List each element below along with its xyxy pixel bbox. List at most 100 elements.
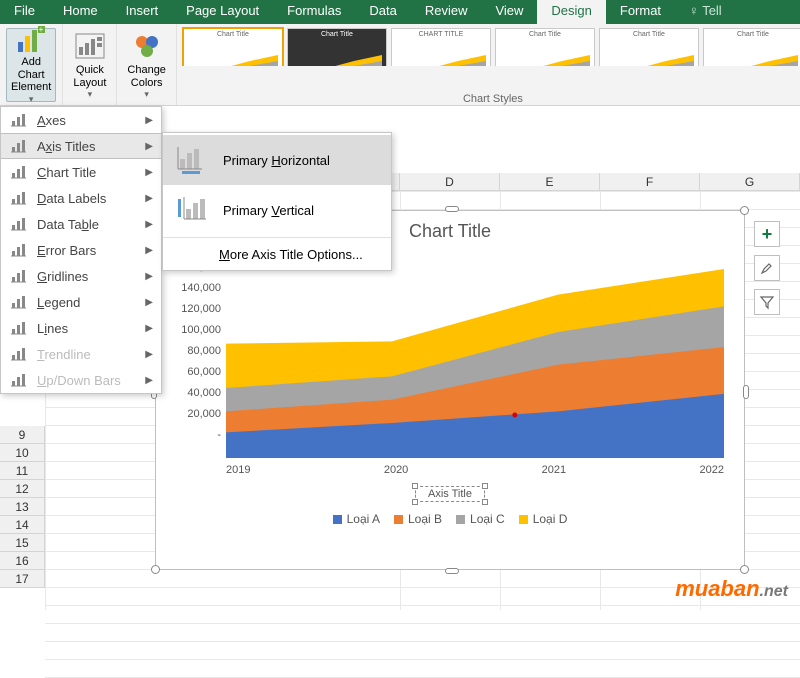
brush-icon — [759, 260, 775, 276]
row-16[interactable]: 16 — [0, 552, 45, 570]
chart-styles-gallery[interactable]: Chart Title Chart Title CHART TITLE Char… — [177, 24, 800, 66]
chart-styles-label: Chart Styles — [177, 93, 800, 105]
quick-layout-icon — [75, 30, 105, 62]
menu-trendline: Trendline▶ — [1, 341, 161, 367]
quick-layout-button[interactable]: Quick Layout ▾ — [69, 28, 110, 102]
row-15[interactable]: 15 — [0, 534, 45, 552]
axis-title-editor[interactable]: Axis Title — [415, 486, 485, 502]
chart-styles-group: Chart Title Chart Title CHART TITLE Char… — [177, 24, 800, 105]
row-14[interactable]: 14 — [0, 516, 45, 534]
ribbon-bar: + Add Chart Element ▾ Quick Layout ▾ Cha… — [0, 24, 800, 106]
row-12[interactable]: 12 — [0, 480, 45, 498]
legend-swatch — [456, 515, 465, 524]
menu-item-label: Data Table — [29, 217, 145, 232]
legend-label: Loại A — [347, 512, 380, 526]
menu-data-labels[interactable]: Data Labels▶ — [1, 185, 161, 211]
primary-vertical-item[interactable]: Primary Vertical — [163, 185, 391, 235]
caret-down-icon: ▾ — [144, 89, 149, 99]
tab-format[interactable]: Format — [606, 0, 675, 24]
chevron-right-icon: ▶ — [145, 167, 153, 178]
menu-item-label: Legend — [29, 295, 145, 310]
chevron-right-icon: ▶ — [145, 349, 153, 360]
row-17[interactable]: 17 — [0, 570, 45, 588]
chevron-right-icon: ▶ — [145, 141, 153, 152]
primary-horizontal-icon — [175, 142, 211, 178]
chart-style-thumb-4[interactable]: Chart Title — [495, 28, 595, 66]
chevron-right-icon: ▶ — [145, 193, 153, 204]
chart-style-thumb-6[interactable]: Chart Title — [703, 28, 800, 66]
menu-item-icon — [9, 215, 29, 233]
col-g[interactable]: G — [700, 173, 800, 191]
chart-style-thumb-5[interactable]: Chart Title — [599, 28, 699, 66]
row-10[interactable]: 10 — [0, 444, 45, 462]
chart-style-thumb-3[interactable]: CHART TITLE — [391, 28, 491, 66]
tab-view[interactable]: View — [481, 0, 537, 24]
legend-swatch — [333, 515, 342, 524]
tab-review[interactable]: Review — [411, 0, 482, 24]
add-chart-element-button[interactable]: + Add Chart Element ▾ — [6, 28, 56, 102]
col-f[interactable]: F — [600, 173, 700, 191]
plot-area[interactable]: 180,000160,000140,000120,000100,00080,00… — [226, 248, 724, 458]
menu-item-label: Lines — [29, 321, 145, 336]
menu-gridlines[interactable]: Gridlines▶ — [1, 263, 161, 289]
chart-filter-button[interactable] — [754, 289, 780, 315]
legend-swatch — [519, 515, 528, 524]
menu-item-icon — [9, 137, 29, 155]
legend-item[interactable]: Loại A — [333, 512, 380, 526]
legend-label: Loại D — [533, 512, 568, 526]
ribbon-tabs: File Home Insert Page Layout Formulas Da… — [0, 0, 800, 24]
add-chart-element-label: Add Chart Element — [11, 56, 51, 94]
add-chart-element-icon: + — [16, 26, 46, 54]
menu-legend[interactable]: Legend▶ — [1, 289, 161, 315]
legend-item[interactable]: Loại C — [456, 512, 505, 526]
tab-page-layout[interactable]: Page Layout — [172, 0, 273, 24]
row-9[interactable]: 9 — [0, 426, 45, 444]
change-colors-button[interactable]: Change Colors ▾ — [123, 28, 170, 102]
menu-up-down-bars: Up/Down Bars▶ — [1, 367, 161, 393]
chevron-right-icon: ▶ — [145, 297, 153, 308]
menu-axes[interactable]: Axes▶ — [1, 107, 161, 133]
y-axis-labels: 180,000160,000140,000120,000100,00080,00… — [166, 240, 221, 450]
menu-item-label: Gridlines — [29, 269, 145, 284]
chevron-right-icon: ▶ — [145, 323, 153, 334]
chart-legend[interactable]: Loại A Loại B Loại C Loại D — [156, 512, 744, 526]
tab-data[interactable]: Data — [355, 0, 410, 24]
menu-axis-titles[interactable]: Axis Titles▶ — [1, 133, 161, 159]
menu-item-icon — [9, 267, 29, 285]
chevron-right-icon: ▶ — [145, 375, 153, 386]
legend-item[interactable]: Loại D — [519, 512, 568, 526]
tab-file[interactable]: File — [0, 0, 49, 24]
row-11[interactable]: 11 — [0, 462, 45, 480]
menu-chart-title[interactable]: Chart Title▶ — [1, 159, 161, 185]
chevron-right-icon: ▶ — [145, 245, 153, 256]
menu-item-label: Data Labels — [29, 191, 145, 206]
tab-home[interactable]: Home — [49, 0, 112, 24]
chart-side-buttons: + — [754, 221, 780, 315]
menu-lines[interactable]: Lines▶ — [1, 315, 161, 341]
menu-data-table[interactable]: Data Table▶ — [1, 211, 161, 237]
legend-item[interactable]: Loại B — [394, 512, 442, 526]
menu-error-bars[interactable]: Error Bars▶ — [1, 237, 161, 263]
chart-style-thumb-1[interactable]: Chart Title — [183, 28, 283, 66]
tab-insert[interactable]: Insert — [112, 0, 173, 24]
menu-item-icon — [9, 241, 29, 259]
chart-style-thumb-2[interactable]: Chart Title — [287, 28, 387, 66]
primary-horizontal-item[interactable]: Primary Horizontal — [163, 135, 391, 185]
menu-item-icon — [9, 319, 29, 337]
tab-formulas[interactable]: Formulas — [273, 0, 355, 24]
menu-item-icon — [9, 189, 29, 207]
chart-styles-button[interactable] — [754, 255, 780, 281]
x-axis-labels: 2019202020212022 — [156, 458, 744, 476]
menu-item-label: Chart Title — [29, 165, 145, 180]
menu-item-icon — [9, 293, 29, 311]
quick-layout-label: Quick Layout — [73, 64, 106, 89]
col-d[interactable]: D — [400, 173, 500, 191]
row-13[interactable]: 13 — [0, 498, 45, 516]
col-e[interactable]: E — [500, 173, 600, 191]
tab-design[interactable]: Design — [537, 0, 605, 24]
submenu-separator — [163, 237, 391, 238]
chart-elements-button[interactable]: + — [754, 221, 780, 247]
axis-titles-submenu: Primary Horizontal Primary Vertical More… — [162, 132, 392, 271]
more-axis-title-options[interactable]: More Axis Title Options... — [163, 240, 391, 268]
tell-me[interactable]: ♀ Tell — [675, 0, 736, 24]
